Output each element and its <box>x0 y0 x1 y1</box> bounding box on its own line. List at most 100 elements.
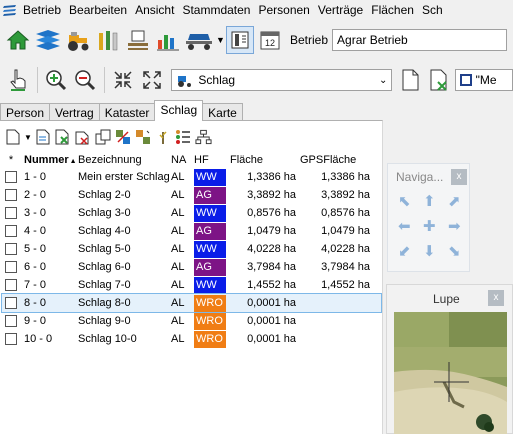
tab-karte[interactable]: Karte <box>202 103 243 121</box>
new-document-button[interactable] <box>396 66 423 94</box>
menu-schlag[interactable]: Sch <box>419 0 448 20</box>
schlag-table: * Nummer▲ Bezeichnung NA HF Fläche GPSFl… <box>1 152 382 348</box>
row-checkbox[interactable] <box>2 225 20 237</box>
star-column-header[interactable]: * <box>2 154 20 166</box>
bottles-button[interactable] <box>94 26 122 54</box>
pan-down-right-icon[interactable]: ⬊ <box>448 244 461 259</box>
pan-up-icon[interactable]: ⬆ <box>423 194 436 209</box>
tab-vertrag[interactable]: Vertrag <box>49 103 100 121</box>
layers-icon <box>36 30 60 50</box>
row-checkbox[interactable] <box>2 297 20 309</box>
chevron-down-icon[interactable]: ▼ <box>216 35 226 45</box>
zoom-out-button[interactable] <box>71 66 98 94</box>
column-header-na[interactable]: NA <box>171 154 194 166</box>
row-checkbox[interactable] <box>2 171 20 183</box>
menu-personen[interactable]: Personen <box>255 0 314 20</box>
tab-schlag[interactable]: Schlag <box>154 100 204 121</box>
pan-down-left-icon[interactable]: ⬋ <box>398 244 411 259</box>
column-header-bezeichnung[interactable]: Bezeichnung <box>78 154 171 166</box>
pan-up-left-icon[interactable]: ⬉ <box>398 194 411 209</box>
home-button[interactable] <box>4 26 32 54</box>
row-checkbox[interactable] <box>2 261 20 273</box>
expand-button[interactable] <box>138 66 165 94</box>
pointer-button[interactable] <box>4 66 31 94</box>
tractor-button[interactable] <box>64 26 92 54</box>
zoom-in-button[interactable] <box>42 66 69 94</box>
column-header-flaeche[interactable]: Fläche <box>228 154 300 166</box>
checkbox-icon <box>5 225 17 237</box>
checkbox-icon <box>5 315 17 327</box>
cell-gps: 1,4552 ha <box>321 279 370 291</box>
duplicate-button[interactable] <box>95 129 112 146</box>
menu-label: Verträge <box>317 3 364 17</box>
center-icon[interactable]: ✚ <box>423 219 436 234</box>
row-checkbox[interactable] <box>2 279 20 291</box>
row-checkbox[interactable] <box>2 243 20 255</box>
row-checkbox[interactable] <box>2 189 20 201</box>
plant-button[interactable] <box>155 129 172 146</box>
betrieb-field[interactable]: Agrar Betrieb <box>332 29 508 51</box>
zoom-in-icon <box>45 70 66 91</box>
navigation-close-button[interactable]: x <box>451 169 467 185</box>
row-checkbox[interactable] <box>2 333 20 345</box>
layers-button[interactable] <box>34 26 62 54</box>
table-row[interactable]: 7 - 0 Schlag 7-0 AL WW 1,4552 ha 1,4552 ha <box>2 276 381 294</box>
menu-betrieb[interactable]: Betrieb <box>0 0 66 20</box>
split-button[interactable] <box>115 129 132 146</box>
hierarchy-button[interactable] <box>195 129 212 146</box>
column-header-gps[interactable]: GPSFläche <box>300 154 370 166</box>
cell-gps: 3,3892 ha <box>321 189 370 201</box>
table-row[interactable]: 10 - 0 Schlag 10-0 AL WRO 0,0001 ha <box>2 330 381 348</box>
search-input[interactable]: "Me <box>454 69 513 91</box>
pan-left-icon[interactable]: ⬅ <box>398 219 411 234</box>
tab-kataster[interactable]: Kataster <box>98 103 156 121</box>
table-row[interactable]: 9 - 0 Schlag 9-0 AL WRO 0,0001 ha <box>2 312 381 330</box>
checkbox-icon <box>5 243 17 255</box>
app-logo-icon <box>3 5 16 16</box>
pan-down-icon[interactable]: ⬇ <box>423 244 436 259</box>
chevron-down-icon[interactable]: ▼ <box>24 133 32 142</box>
cell-bezeichnung: Schlag 4-0 <box>78 225 131 237</box>
menu-flaechen[interactable]: Flächen <box>368 0 419 20</box>
panel-toggle-button[interactable] <box>226 26 254 54</box>
table-row[interactable]: 1 - 0 Mein erster Schlag AL WW 1,3386 ha 1,33… <box>2 168 381 186</box>
table-row[interactable]: 8 - 0 Schlag 8-0 AL WRO 0,0001 ha <box>1 293 382 313</box>
menu-ansicht[interactable]: Ansicht <box>132 0 179 20</box>
document-copy-icon <box>75 131 89 145</box>
table-row[interactable]: 3 - 0 Schlag 3-0 AL WW 0,8576 ha 0,8576 ha <box>2 204 381 222</box>
list-button[interactable] <box>175 129 192 146</box>
menu-stammdaten[interactable]: Stammdaten <box>179 0 255 20</box>
cell-na: AL <box>171 189 185 201</box>
table-row[interactable]: 6 - 0 Schlag 6-0 AL AG 3,7984 ha 3,7984 ha <box>2 258 381 276</box>
tab-person[interactable]: Person <box>0 103 51 121</box>
machine-button[interactable] <box>184 26 214 54</box>
table-row[interactable]: 2 - 0 Schlag 2-0 AL AG 3,3892 ha 3,3892 ha <box>2 186 381 204</box>
table-row[interactable]: 5 - 0 Schlag 5-0 AL WW 4,0228 ha 4,0228 ha <box>2 240 381 258</box>
row-checkbox[interactable] <box>2 207 20 219</box>
merge-button[interactable] <box>135 129 152 146</box>
layer-select[interactable]: Schlag ⌄ <box>171 69 393 91</box>
menu-bearbeiten[interactable]: Bearbeiten <box>66 0 132 20</box>
new-record-button[interactable] <box>4 129 21 146</box>
calendar-button[interactable]: 12 <box>256 26 284 54</box>
pan-right-icon[interactable]: ➡ <box>448 219 461 234</box>
statistics-button[interactable] <box>154 26 182 54</box>
lupe-close-button[interactable]: x <box>488 290 504 306</box>
column-header-hf[interactable]: HF <box>194 152 228 168</box>
cell-nummer: 8 - 0 <box>24 297 47 309</box>
table-row[interactable]: 4 - 0 Schlag 4-0 AL AG 1,0479 ha 1,0479 ha <box>2 222 381 240</box>
cell-hf: AG <box>194 222 226 240</box>
shrink-button[interactable] <box>109 66 136 94</box>
edit-record-button[interactable] <box>35 129 52 146</box>
row-checkbox[interactable] <box>2 315 20 327</box>
menu-vertraege[interactable]: Verträge <box>315 0 368 20</box>
pan-up-right-icon[interactable]: ⬈ <box>448 194 461 209</box>
pallet-button[interactable] <box>124 26 152 54</box>
delete-record-button[interactable] <box>55 129 72 146</box>
aerial-map-image <box>394 312 507 434</box>
delete-document-button[interactable] <box>425 66 452 94</box>
column-header-nummer[interactable]: Nummer▲ <box>20 154 78 166</box>
cell-flaeche: 0,0001 ha <box>247 297 296 309</box>
copy-record-button[interactable] <box>75 129 92 146</box>
main-toolbar: ▼ 12 Betrieb Agrar Betrieb <box>0 22 513 58</box>
